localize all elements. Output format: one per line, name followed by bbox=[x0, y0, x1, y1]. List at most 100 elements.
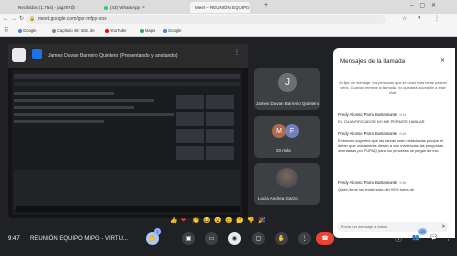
google-icon bbox=[163, 28, 167, 33]
star-icon[interactable]: ☆ bbox=[402, 15, 407, 22]
thumbnail bbox=[206, 146, 234, 160]
shared-text-line bbox=[14, 113, 174, 116]
reaction-heart-icon[interactable]: ❤ bbox=[181, 217, 186, 224]
participant-photo bbox=[276, 168, 298, 188]
more-icon[interactable]: ⋮ bbox=[234, 49, 240, 56]
captions-icon: ▭ bbox=[208, 236, 215, 242]
bookmark-maps[interactable]: Maps bbox=[140, 28, 155, 33]
captions-button[interactable]: ▭ bbox=[205, 232, 218, 245]
hand-count-badge: 2 bbox=[154, 228, 161, 235]
url-field[interactable]: meet.google.com/gsr-mfpy-xox bbox=[26, 15, 386, 24]
reaction-thumbs-up-icon[interactable]: 👍 bbox=[170, 217, 177, 224]
bookmark-chapter[interactable]: Capítulo 46: Sist. de bbox=[52, 28, 95, 33]
camera-off-icon: ▣ bbox=[185, 236, 192, 242]
camera-button[interactable]: ▣ bbox=[182, 232, 195, 245]
people-count-badge: 23 bbox=[418, 228, 427, 235]
sender-name: Fredy Alonso Parra Bustamante bbox=[338, 112, 398, 117]
activities-button[interactable]: ✋ bbox=[275, 232, 288, 245]
thumbnail bbox=[176, 95, 204, 109]
leave-call-button[interactable]: ☎ bbox=[316, 232, 334, 245]
app-icon bbox=[12, 48, 26, 62]
message-time: 9:46 bbox=[399, 181, 407, 185]
shared-toolbar bbox=[14, 74, 240, 79]
message-sender: Fredy Alonso Parra Bustamante 9:44 bbox=[338, 112, 406, 117]
whiteboard-button[interactable]: ▢ bbox=[252, 232, 265, 245]
more-icon[interactable]: ⋮ bbox=[445, 234, 452, 242]
google-icon bbox=[18, 28, 22, 33]
people-icon[interactable]: 👥 bbox=[412, 234, 419, 241]
info-icon[interactable]: ⓘ bbox=[395, 234, 402, 244]
hand-icon: ✋ bbox=[277, 236, 286, 242]
thumbnail bbox=[206, 129, 234, 143]
tab-label: Recibidos (1.754) - jagz97@ bbox=[18, 5, 76, 10]
shared-taskbar bbox=[16, 206, 240, 212]
present-button[interactable]: ◉ bbox=[228, 232, 241, 245]
menu-icon[interactable]: ⋮ bbox=[434, 15, 440, 22]
sender-name: Fredy Alonso Parra Bustamante bbox=[338, 180, 398, 185]
present-icon: ◉ bbox=[231, 236, 238, 242]
message-text: EL CUANTIFICADOR NO ME PERMITE HABLAR bbox=[338, 119, 425, 124]
thumbnail bbox=[176, 112, 204, 126]
shared-text-line bbox=[14, 92, 114, 95]
bookmark-label: Google bbox=[23, 28, 37, 33]
screen-share-icon bbox=[32, 49, 42, 59]
shared-taskbar-area bbox=[14, 170, 240, 210]
thumbnail bbox=[206, 95, 234, 109]
shared-toolbar bbox=[14, 82, 240, 86]
meeting-name: REUNIÓN EQUIPO MIPG - VIRTU... bbox=[30, 236, 128, 242]
bookmark-label: Capítulo 46: Sist. de bbox=[57, 28, 95, 33]
presenter-name: James Duvan Barreiro Quintero (Presentan… bbox=[48, 53, 178, 59]
more-options-button[interactable]: ⋮ bbox=[298, 232, 311, 245]
maps-icon bbox=[140, 28, 144, 33]
chat-title: Mensajes de la llamada bbox=[340, 58, 406, 65]
whatsapp-icon bbox=[104, 5, 108, 10]
reaction-clap-icon[interactable]: 👏 bbox=[192, 217, 199, 224]
thumbnail bbox=[176, 146, 204, 160]
avatar: M bbox=[272, 124, 286, 138]
avatar: F bbox=[285, 124, 299, 138]
message-time: 9:45 bbox=[399, 132, 407, 136]
reaction-surprised-icon[interactable]: 😮 bbox=[214, 217, 221, 224]
bookmark-label: YouTube bbox=[110, 28, 127, 33]
window-controls[interactable]: –▢✕ bbox=[410, 2, 442, 9]
message-text: Quien tiene los evidencias del 93% fuera… bbox=[338, 187, 414, 192]
phone-hangup-icon: ☎ bbox=[321, 236, 329, 242]
close-icon[interactable]: × bbox=[142, 5, 145, 11]
message-text: Entonces sugeriría que las tareas sean r… bbox=[338, 138, 444, 154]
thumbnail bbox=[206, 112, 234, 126]
apps-icon[interactable]: ⠿ bbox=[4, 27, 8, 34]
shared-text-line bbox=[14, 106, 134, 109]
send-icon[interactable]: ➤ bbox=[441, 223, 446, 230]
chat-icon[interactable]: 💬 bbox=[430, 234, 437, 241]
close-icon[interactable]: ✕ bbox=[440, 57, 445, 64]
tab-gmail[interactable]: Recibidos (1.754) - jagz97@ × bbox=[16, 2, 78, 13]
message-sender: Fredy Alonso Parra Bustamante 9:45 bbox=[338, 131, 406, 136]
reaction-sad-icon[interactable]: 😢 bbox=[225, 217, 232, 224]
profile-icon[interactable]: ◐ bbox=[418, 15, 422, 21]
thumbnail bbox=[176, 129, 204, 143]
tab-whatsapp[interactable]: (43) WhatsApp × bbox=[104, 2, 156, 13]
shared-text-line bbox=[14, 120, 104, 123]
participant-name: 20 más bbox=[276, 148, 291, 153]
bookmark-youtube[interactable]: YouTube bbox=[105, 28, 126, 33]
chat-input[interactable]: Envía un mensaje a todos bbox=[337, 222, 449, 232]
chat-info: Al fijar un mensaje, los personas que se… bbox=[339, 81, 447, 95]
page-icon bbox=[52, 28, 56, 33]
screen-icon: ▢ bbox=[255, 236, 262, 242]
message-time: 9:44 bbox=[399, 113, 407, 117]
sender-name: Fredy Alonso Parra Bustamante bbox=[338, 131, 398, 136]
more-icon: ⋮ bbox=[301, 236, 308, 242]
hand-icon: ✋ bbox=[148, 236, 157, 242]
close-icon[interactable]: × bbox=[77, 5, 78, 11]
nav-buttons[interactable]: ←→↻ bbox=[3, 15, 26, 22]
tab-meet[interactable]: Meet – REUNIÓN EQUIPO × bbox=[190, 2, 250, 13]
bookmark-google[interactable]: Google bbox=[18, 28, 37, 33]
reaction-party-icon[interactable]: 🎉 bbox=[258, 217, 265, 224]
participant-name: James Duvan Barreiro Quintero bbox=[256, 101, 320, 106]
tab-label: Meet – REUNIÓN EQUIPO bbox=[195, 5, 250, 10]
bookmark-google-2[interactable]: Google bbox=[163, 28, 182, 33]
reaction-thinking-icon[interactable]: 🤔 bbox=[236, 217, 243, 224]
new-tab-button[interactable]: + bbox=[264, 2, 268, 9]
reaction-laugh-icon[interactable]: 😂 bbox=[203, 217, 210, 224]
reaction-thumbs-down-icon[interactable]: 👎 bbox=[247, 217, 254, 224]
